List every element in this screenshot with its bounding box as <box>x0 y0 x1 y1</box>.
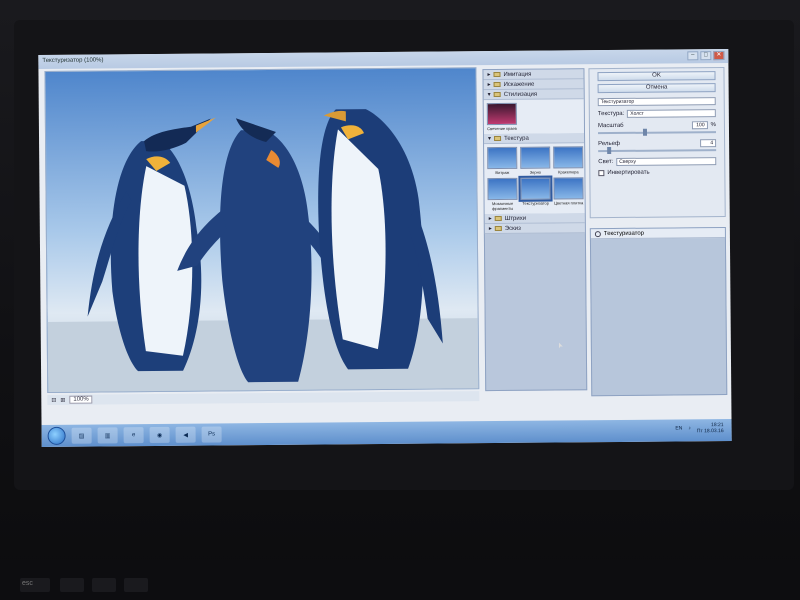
filter-gallery: ▸ Имитация ▸ Искажение ▾ Стилизация Свеч… <box>482 68 588 392</box>
folder-icon <box>494 215 502 222</box>
slider-handle[interactable] <box>642 128 647 136</box>
thumbnail-mosaic-tiles[interactable]: Цветная плитка <box>553 177 584 210</box>
window-controls: – □ ✕ <box>687 51 725 61</box>
folder-icon <box>494 225 502 232</box>
cancel-button[interactable]: Отмена <box>597 83 716 94</box>
zoom-in-icon[interactable]: ⊞ <box>60 396 65 403</box>
volume-icon[interactable]: ♪ <box>688 425 691 431</box>
zoom-level[interactable]: 100% <box>69 395 93 404</box>
esc-key: esc <box>20 578 50 592</box>
filter-preview[interactable] <box>44 67 480 393</box>
thumbnail-patchwork[interactable]: Мозаичные фрагменты <box>487 177 518 211</box>
invert-row: Инвертировать <box>590 167 724 178</box>
relief-input[interactable]: 4 <box>700 139 717 148</box>
ok-button[interactable]: OK <box>597 71 716 82</box>
preview-status-bar: ⊟ ⊞ 100% <box>47 391 480 405</box>
eye-icon[interactable] <box>594 231 601 238</box>
stylize-thumbnails: Свечение краев <box>483 99 585 135</box>
language-indicator[interactable]: EN <box>675 425 682 431</box>
clock[interactable]: 18:21 Пт 18.03.16 <box>697 422 724 434</box>
texture-select[interactable]: Холст <box>627 109 716 118</box>
collapse-arrow-icon: ▾ <box>488 136 492 143</box>
filter-select[interactable]: Текстуризатор <box>597 97 716 107</box>
penguins-image <box>45 68 480 393</box>
chrome-icon[interactable]: ◉ <box>149 426 170 444</box>
f1-key <box>60 578 84 592</box>
light-select[interactable]: Сверху <box>616 157 717 166</box>
f2-key <box>92 578 116 592</box>
keyboard: esc <box>0 560 800 600</box>
scale-label: Масштаб <box>597 122 624 130</box>
window-title: Текстуризатор (100%) <box>42 57 104 64</box>
category-sketch[interactable]: ▸ Эскиз <box>484 223 585 235</box>
internet-explorer-icon[interactable]: e <box>123 427 144 444</box>
texture-label: Текстура: <box>597 110 625 118</box>
expand-arrow-icon: ▸ <box>487 72 491 79</box>
minimize-button[interactable]: – <box>687 51 699 61</box>
zoom-out-icon[interactable]: ⊟ <box>51 396 56 403</box>
system-tray: EN ♪ 18:21 Пт 18.03.16 <box>675 422 723 434</box>
relief-slider[interactable] <box>598 147 717 155</box>
folder-explorer-icon[interactable]: ▥ <box>97 427 118 444</box>
invert-checkbox[interactable] <box>598 170 605 177</box>
light-label: Свет: <box>598 159 614 166</box>
maximize-button[interactable]: □ <box>700 51 712 61</box>
expand-arrow-icon: ▸ <box>487 82 491 89</box>
app-icon[interactable]: ◀ <box>175 426 196 443</box>
folder-icon <box>493 81 501 88</box>
expand-arrow-icon: ▸ <box>488 226 492 233</box>
photoshop-icon[interactable]: Ps <box>201 426 222 443</box>
expand-arrow-icon: ▸ <box>488 216 492 223</box>
folder-icon <box>494 135 502 142</box>
scale-input[interactable]: 100 <box>691 121 708 130</box>
effect-layer[interactable]: Текстуризатор <box>590 228 725 240</box>
start-button[interactable] <box>47 426 66 445</box>
collapse-arrow-icon: ▾ <box>487 92 491 99</box>
thumbnail-craquelure[interactable]: Кракелюра <box>553 146 584 174</box>
thumbnail-texturizer[interactable]: Текстуризатор <box>518 175 553 211</box>
invert-label: Инвертировать <box>607 169 650 177</box>
folder-icon <box>493 71 501 78</box>
folder-icon <box>493 91 501 98</box>
scale-unit: % <box>710 122 716 129</box>
effect-layers-panel: Текстуризатор <box>589 227 728 397</box>
slider-handle[interactable] <box>607 147 612 155</box>
filter-settings-panel: OK Отмена Текстуризатор Текстура: Холст … <box>588 67 726 219</box>
thumbnail-glowing-edges[interactable]: Свечение краев <box>486 102 517 131</box>
texture-thumbnails: Витраж Зерно Кракелюра Мозаичные фрагмен… <box>484 143 585 215</box>
thumbnail-grain[interactable]: Зерно <box>520 146 551 175</box>
scale-slider[interactable] <box>597 128 717 136</box>
f3-key <box>124 578 148 592</box>
thumbnail-stained-glass[interactable]: Витраж <box>487 146 518 175</box>
close-button[interactable]: ✕ <box>713 51 725 61</box>
media-icon[interactable]: ▤ <box>71 427 92 444</box>
laptop-frame: Текстуризатор (100%) – □ ✕ ⊟ ⊞ 100% ▸ Им… <box>0 0 800 600</box>
screen: Текстуризатор (100%) – □ ✕ ⊟ ⊞ 100% ▸ Им… <box>38 48 732 448</box>
